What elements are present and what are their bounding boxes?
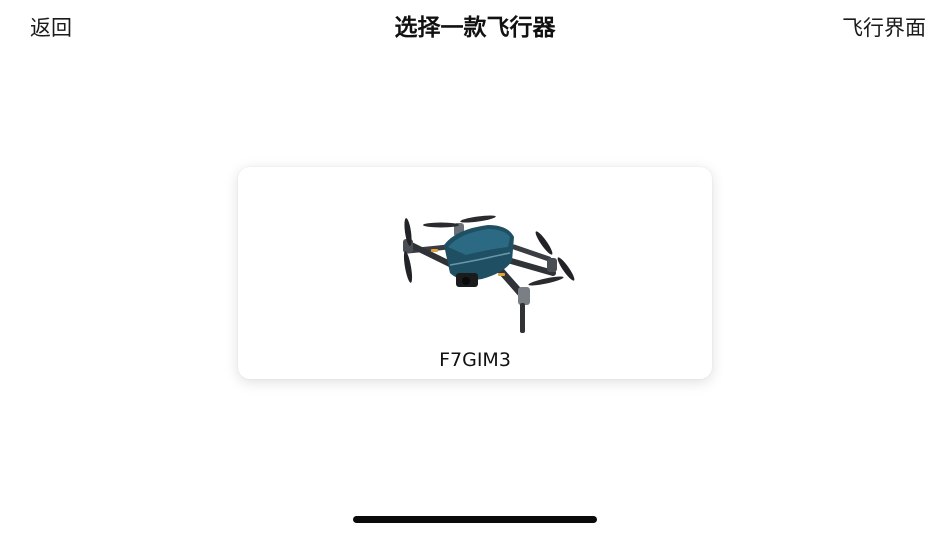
flight-interface-button[interactable]: 飞行界面 — [842, 14, 926, 42]
aircraft-name: F7GIM3 — [439, 349, 511, 371]
aircraft-select-screen: 返回 选择一款飞行器 飞行界面 F7GIM3 — [0, 0, 950, 534]
aircraft-card[interactable]: F7GIM3 — [238, 167, 712, 379]
home-indicator[interactable] — [353, 516, 597, 523]
page-title: 选择一款飞行器 — [394, 15, 556, 41]
drone-image — [386, 215, 582, 335]
